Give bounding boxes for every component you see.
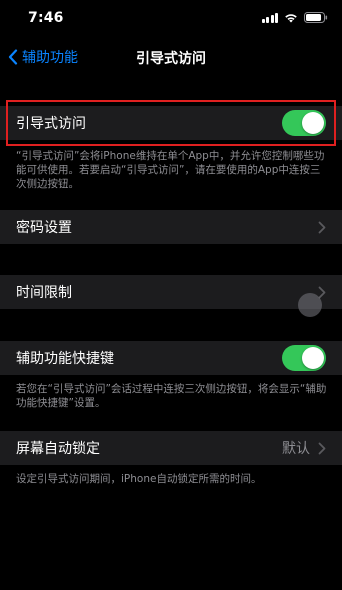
page-title: 引导式访问 [136,51,206,67]
accessibility-shortcut-label: 辅助功能快捷键 [16,351,114,367]
accessibility-shortcut-row: 辅助功能快捷键 [0,341,342,375]
guided-access-label: 引导式访问 [16,116,86,132]
guided-access-settings-screen: 7:46 辅助功能 引导式访问 引导式访问 “引导式访问”会将iPhone维持在… [0,0,342,590]
status-icons [261,12,329,23]
assistive-touch-button[interactable] [298,293,322,317]
guided-access-toggle[interactable] [282,110,326,136]
time-limits-label: 时间限制 [16,285,72,301]
cellular-signal-icon [261,12,278,23]
wifi-icon [284,13,298,23]
chevron-right-icon [318,442,326,455]
auto-lock-footnote: 设定引导式访问期间，iPhone自动锁定所需的时间。 [16,473,262,485]
passcode-settings-label: 密码设置 [16,220,72,236]
time-limits-row[interactable]: 时间限制 [0,275,342,309]
guided-access-row: 引导式访问 [0,106,342,140]
auto-lock-label: 屏幕自动锁定 [16,441,100,457]
battery-icon [304,12,328,23]
status-bar: 7:46 [0,0,342,34]
accessibility-shortcut-footnote: 若您在“引导式访问”会话过程中连按三次侧边按钮，将会显示“辅助功能快捷键”设置。 [16,383,327,409]
accessibility-shortcut-toggle[interactable] [282,345,326,371]
auto-lock-row[interactable]: 屏幕自动锁定 默认 [0,431,342,465]
guided-access-footnote: “引导式访问”会将iPhone维持在单个App中，并允许您控制哪些功能可供使用。… [16,150,325,190]
auto-lock-value: 默认 [282,441,310,457]
chevron-right-icon [318,221,326,234]
navigation-bar: 辅助功能 引导式访问 [0,34,342,82]
status-time: 7:46 [28,10,64,26]
passcode-settings-row[interactable]: 密码设置 [0,210,342,244]
